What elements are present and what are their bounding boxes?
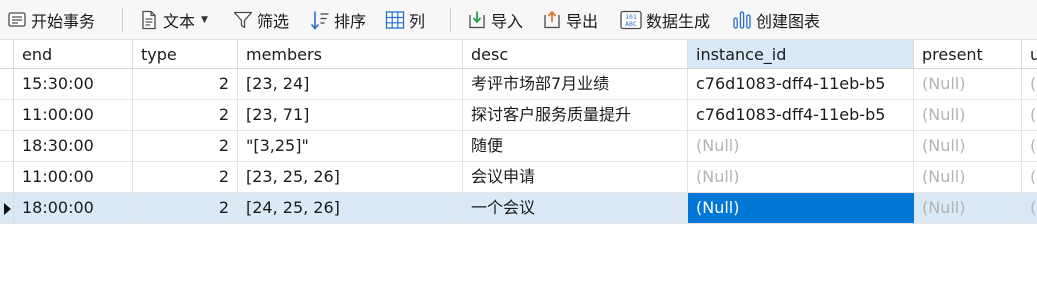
text-view-label: 文本 (163, 12, 196, 31)
row-marker[interactable] (0, 162, 14, 193)
row-marker[interactable] (0, 131, 14, 162)
cell-desc[interactable]: 一个会议 (463, 193, 688, 224)
column-header-desc[interactable]: desc (463, 40, 688, 69)
column-header-members[interactable]: members (238, 40, 463, 69)
cell-type[interactable]: 2 (133, 193, 238, 224)
create-chart-label: 创建图表 (756, 12, 821, 31)
cell-end[interactable]: 11:00:00 (14, 162, 133, 193)
column-header-u[interactable]: u (1022, 40, 1037, 69)
columns-button[interactable]: 列 (384, 6, 425, 34)
export-icon (541, 9, 563, 31)
filter-icon (232, 9, 254, 31)
data-generation-icon: 101 ABC (619, 9, 643, 31)
cell-desc[interactable]: 会议申请 (463, 162, 688, 193)
text-view-button[interactable]: 文本 ▼ (138, 6, 208, 34)
document-icon (138, 9, 160, 31)
cell-type[interactable]: 2 (133, 100, 238, 131)
cell-members[interactable]: [23, 71] (238, 100, 463, 131)
toolbar-divider (122, 8, 123, 32)
chart-icon (731, 9, 753, 31)
transaction-icon (6, 9, 28, 31)
table-row[interactable]: 15:30:00 2 [23, 24] 考评市场部7月业绩 c76d1083-d… (0, 69, 1037, 100)
create-chart-button[interactable]: 创建图表 (731, 6, 820, 34)
cell-present[interactable]: (Null) (914, 69, 1022, 100)
sort-button[interactable]: 排序 (309, 6, 366, 34)
table-row[interactable]: 11:00:00 2 [23, 71] 探讨客户服务质量提升 c76d1083-… (0, 100, 1037, 131)
cell-type[interactable]: 2 (133, 69, 238, 100)
toolbar-divider (450, 8, 451, 32)
cell-u[interactable]: ( (1022, 193, 1037, 224)
current-row-arrow-icon (4, 203, 11, 215)
cell-instance-id[interactable]: (Null) (688, 162, 914, 193)
cell-members[interactable]: [24, 25, 26] (238, 193, 463, 224)
begin-transaction-label: 开始事务 (31, 12, 96, 31)
table-row[interactable]: 18:30:00 2 "[3,25]" 随便 (Null) (Null) ( (0, 131, 1037, 162)
row-marker-header (0, 40, 14, 69)
cell-instance-id[interactable]: c76d1083-dff4-11eb-b5 (688, 100, 914, 131)
cell-desc[interactable]: 探讨客户服务质量提升 (463, 100, 688, 131)
cell-u[interactable]: ( (1022, 100, 1037, 131)
import-button[interactable]: 导入 (466, 6, 523, 34)
row-marker[interactable] (0, 100, 14, 131)
table-row[interactable]: 11:00:00 2 [23, 25, 26] 会议申请 (Null) (Nul… (0, 162, 1037, 193)
cell-u[interactable]: ( (1022, 131, 1037, 162)
column-header-instance-id[interactable]: instance_id (688, 40, 914, 69)
cell-u[interactable]: ( (1022, 162, 1037, 193)
column-header-present[interactable]: present (914, 40, 1022, 69)
row-marker[interactable] (0, 193, 14, 224)
cell-type[interactable]: 2 (133, 131, 238, 162)
cell-u[interactable]: ( (1022, 69, 1037, 100)
cell-instance-id[interactable]: (Null) (688, 131, 914, 162)
generate-data-label: 数据生成 (646, 12, 711, 31)
cell-end[interactable]: 18:00:00 (14, 193, 133, 224)
cell-present[interactable]: (Null) (914, 100, 1022, 131)
chevron-down-icon[interactable]: ▼ (201, 15, 208, 25)
cell-members[interactable]: "[3,25]" (238, 131, 463, 162)
cell-instance-id-focused[interactable]: (Null) (688, 193, 914, 224)
table-row-current[interactable]: 18:00:00 2 [24, 25, 26] 一个会议 (Null) (Nul… (0, 193, 1037, 224)
cell-members[interactable]: [23, 24] (238, 69, 463, 100)
export-button[interactable]: 导出 (541, 6, 598, 34)
cell-end[interactable]: 11:00:00 (14, 100, 133, 131)
filter-button[interactable]: 筛选 (232, 6, 289, 34)
column-header-end[interactable]: end (14, 40, 133, 69)
import-label: 导入 (491, 12, 524, 31)
import-icon (466, 9, 488, 31)
cell-present[interactable]: (Null) (914, 162, 1022, 193)
cell-end[interactable]: 18:30:00 (14, 131, 133, 162)
sort-icon (309, 9, 331, 31)
column-header-type[interactable]: type (133, 40, 238, 69)
sort-label: 排序 (334, 12, 367, 31)
export-label: 导出 (566, 12, 599, 31)
columns-label: 列 (409, 12, 426, 31)
cell-members[interactable]: [23, 25, 26] (238, 162, 463, 193)
cell-end[interactable]: 15:30:00 (14, 69, 133, 100)
toolbar: 开始事务 文本 ▼ 筛选 排序 列 导入 导出 101 ABC 数据生成 创建图… (0, 0, 1037, 40)
filter-label: 筛选 (257, 12, 290, 31)
cell-present[interactable]: (Null) (914, 131, 1022, 162)
row-marker[interactable] (0, 69, 14, 100)
cell-desc[interactable]: 考评市场部7月业绩 (463, 69, 688, 100)
generate-data-button[interactable]: 101 ABC 数据生成 (619, 6, 710, 34)
columns-icon (384, 9, 406, 31)
cell-instance-id[interactable]: c76d1083-dff4-11eb-b5 (688, 69, 914, 100)
cell-type[interactable]: 2 (133, 162, 238, 193)
begin-transaction-button[interactable]: 开始事务 (6, 6, 95, 34)
cell-present[interactable]: (Null) (914, 193, 1022, 224)
svg-text:ABC: ABC (625, 20, 637, 28)
cell-desc[interactable]: 随便 (463, 131, 688, 162)
